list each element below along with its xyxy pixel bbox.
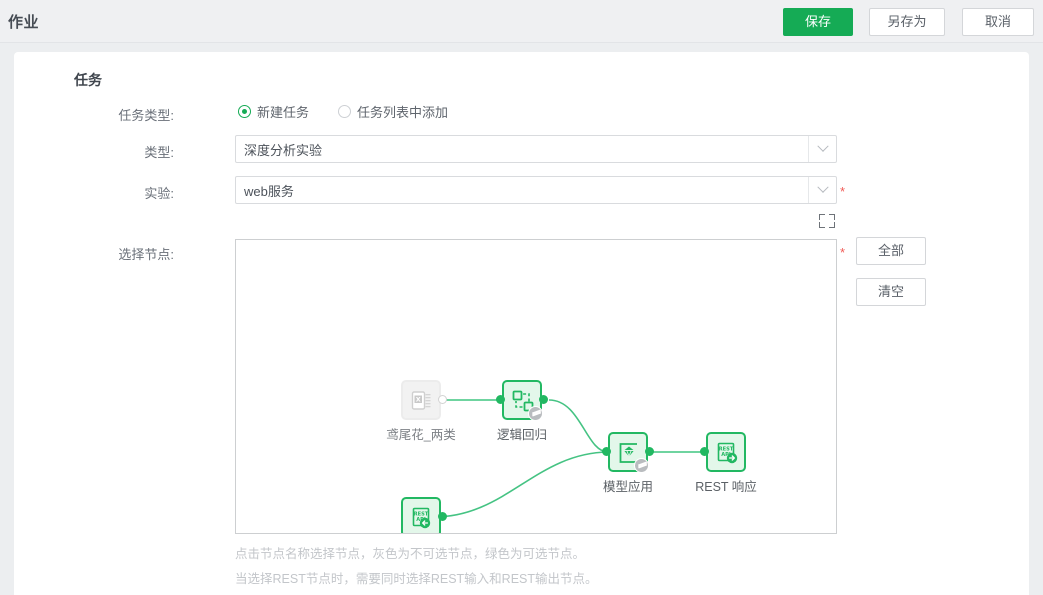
node-status-badge-icon — [634, 458, 649, 473]
node-input-port[interactable] — [496, 395, 505, 404]
graph-node-rest-request[interactable]: REST API REST 请求 — [401, 497, 441, 534]
rest-api-in-icon: REST API — [410, 506, 434, 530]
node-output-port[interactable] — [438, 512, 447, 521]
type-select-value: 深度分析实验 — [236, 140, 808, 159]
experiment-label: 实验: — [24, 183, 174, 202]
save-button[interactable]: 保存 — [783, 8, 853, 36]
hint-text-rest: 当选择REST节点时，需要同时选择REST输入和REST输出节点。 — [235, 568, 598, 587]
top-toolbar: 作业 保存 另存为 取消 — [0, 0, 1043, 43]
graph-node-label[interactable]: 模型应用 — [603, 476, 653, 495]
save-as-button[interactable]: 另存为 — [869, 8, 945, 36]
expand-fullscreen-icon[interactable] — [819, 214, 835, 228]
graph-node-rest-response[interactable]: REST API REST 响应 — [706, 432, 746, 472]
radio-dot-icon — [238, 105, 251, 118]
node-status-badge-icon — [528, 406, 543, 421]
node-input-port[interactable] — [700, 447, 709, 456]
graph-node-label[interactable]: 逻辑回归 — [497, 424, 547, 443]
node-input-port[interactable] — [602, 447, 611, 456]
node-output-port[interactable] — [645, 447, 654, 456]
graph-node-logistic-regression[interactable]: 逻辑回归 — [502, 380, 542, 420]
chevron-down-icon[interactable] — [808, 136, 836, 162]
section-title: 任务 — [74, 70, 102, 90]
type-label: 类型: — [24, 142, 174, 161]
select-nodes-label: 选择节点: — [24, 244, 174, 263]
graph-node-model-apply[interactable]: 模型应用 — [608, 432, 648, 472]
experiment-required-mark: * — [840, 185, 845, 198]
radio-new-task-label: 新建任务 — [257, 102, 309, 121]
excel-file-icon: X — [410, 389, 434, 413]
type-select[interactable]: 深度分析实验 — [235, 135, 837, 163]
task-type-label: 任务类型: — [24, 105, 174, 124]
experiment-select[interactable]: web服务 — [235, 176, 837, 204]
page-title: 作业 — [8, 11, 39, 32]
node-graph-canvas[interactable]: X 鸢尾花_两类 — [235, 239, 837, 534]
radio-add-to-list[interactable]: 任务列表中添加 — [338, 102, 448, 121]
cancel-button[interactable]: 取消 — [962, 8, 1034, 36]
select-nodes-required-mark: * — [840, 246, 845, 259]
radio-add-to-list-label: 任务列表中添加 — [357, 102, 448, 121]
radio-new-task[interactable]: 新建任务 — [238, 102, 309, 121]
node-output-port[interactable] — [539, 395, 548, 404]
rest-api-out-icon: REST API — [715, 441, 739, 465]
svg-text:X: X — [416, 395, 421, 403]
node-output-port[interactable] — [438, 395, 447, 404]
clear-button[interactable]: 清空 — [856, 278, 926, 306]
radio-dot-icon — [338, 105, 351, 118]
job-editor-page: 作业 保存 另存为 取消 任务 任务类型: 新建任务 任务列表中添加 类型: 深… — [0, 0, 1043, 595]
chevron-down-icon[interactable] — [808, 177, 836, 203]
graph-node-label[interactable]: REST 响应 — [695, 476, 757, 495]
graph-node-label[interactable]: 鸢尾花_两类 — [386, 424, 455, 443]
form-card: 任务 任务类型: 新建任务 任务列表中添加 类型: 深度分析实验 实验: web… — [14, 52, 1029, 595]
hint-text-select: 点击节点名称选择节点，灰色为不可选节点，绿色为可选节点。 — [235, 543, 585, 562]
experiment-select-value: web服务 — [236, 181, 808, 200]
graph-node-iris-two-class[interactable]: X 鸢尾花_两类 — [401, 380, 441, 420]
select-all-button[interactable]: 全部 — [856, 237, 926, 265]
